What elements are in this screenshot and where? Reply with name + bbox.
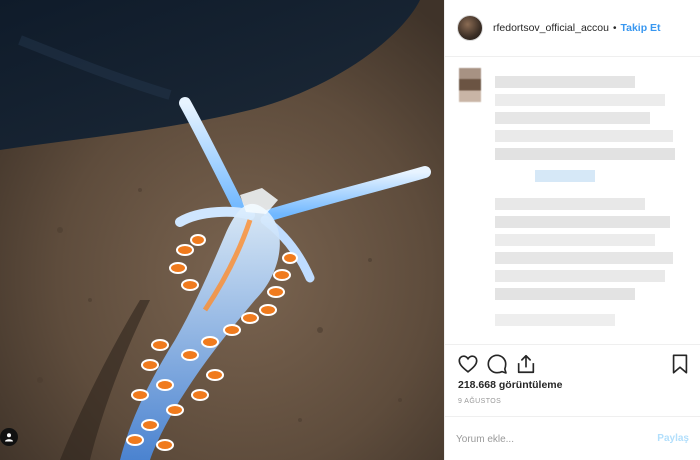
blurred-text-line: [495, 76, 635, 88]
separator-dot: •: [612, 22, 617, 34]
blurred-text-line: [495, 112, 650, 124]
blurred-text-line: [495, 216, 670, 228]
post-media-video[interactable]: [0, 0, 444, 460]
follow-button[interactable]: Takip Et: [620, 22, 660, 34]
post-comment-button[interactable]: Paylaş: [657, 433, 689, 444]
blurred-text-line: [495, 94, 665, 106]
view-count[interactable]: 218.668 görüntüleme: [458, 379, 562, 391]
caption-area-blurred: [445, 58, 700, 344]
sea-slug-image: [0, 0, 444, 460]
commenter-avatar-blurred: [459, 68, 481, 102]
post-actions-bar: [445, 344, 700, 384]
blurred-text-line: [495, 130, 673, 142]
comment-icon[interactable]: [486, 353, 508, 375]
add-comment-section: Paylaş: [445, 416, 700, 460]
post-header: rfedortsov_official_accou • Takip Et: [445, 0, 700, 57]
blurred-hashtag: [535, 170, 595, 182]
blurred-text-line: [495, 288, 635, 300]
blurred-text-line: [495, 198, 645, 210]
comment-input[interactable]: [456, 429, 636, 449]
blurred-text-line: [495, 252, 673, 264]
heart-icon[interactable]: [457, 353, 479, 375]
avatar[interactable]: [457, 15, 483, 41]
blurred-text-line: [495, 148, 675, 160]
blurred-text-line: [495, 234, 655, 246]
username-link[interactable]: rfedortsov_official_accou: [493, 22, 609, 34]
blurred-text-line: [495, 314, 615, 326]
post-date[interactable]: 9 AĞUSTOS: [458, 398, 501, 405]
blurred-text-line: [495, 270, 665, 282]
media-user-tag-icon[interactable]: [0, 428, 18, 446]
share-icon[interactable]: [515, 353, 537, 375]
bookmark-icon[interactable]: [669, 353, 691, 375]
post-sidebar: rfedortsov_official_accou • Takip Et 218…: [444, 0, 700, 460]
